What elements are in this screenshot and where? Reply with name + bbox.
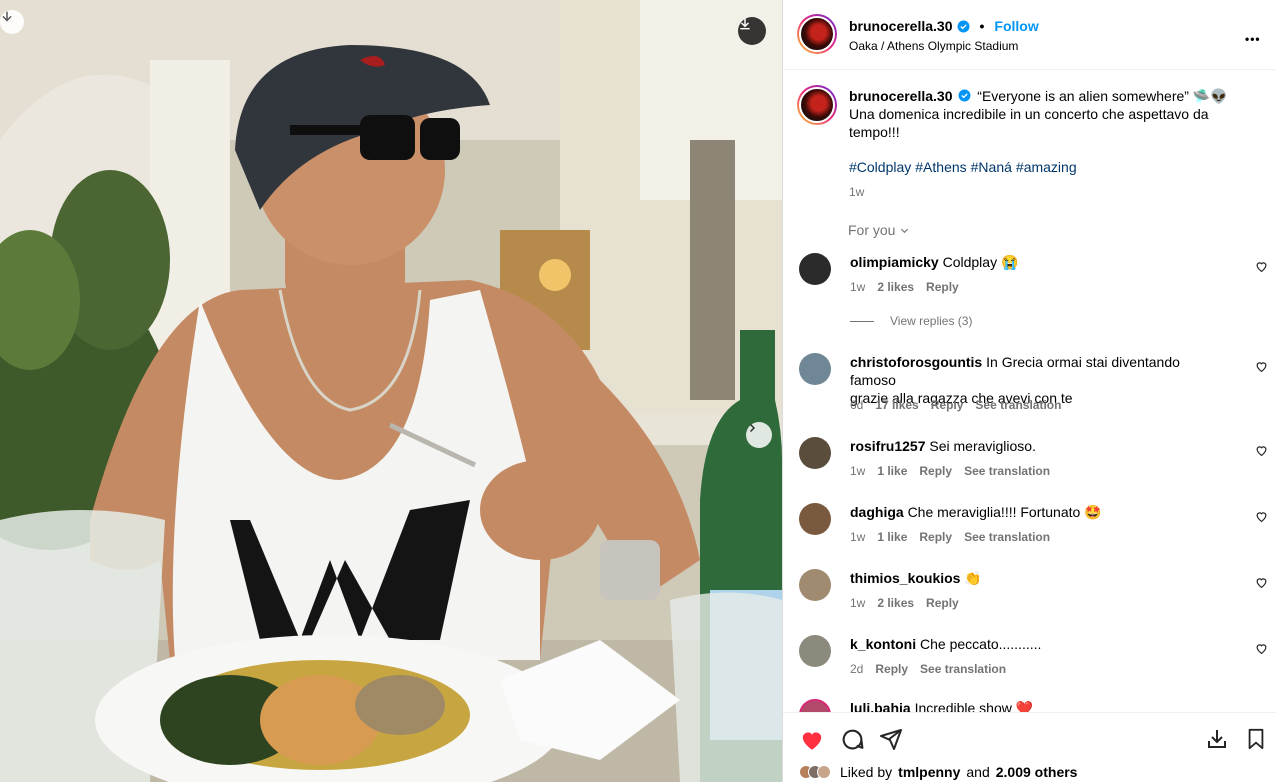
comment-text: Incredible show ❤️: [914, 700, 1034, 712]
comment-text: Che peccato...........: [920, 636, 1042, 652]
author-avatar[interactable]: [797, 14, 837, 54]
separator-dot: •: [979, 18, 985, 34]
chevron-right-icon: [749, 423, 756, 433]
see-translation-button[interactable]: See translation: [975, 398, 1061, 412]
like-comment-heart-icon[interactable]: [1255, 260, 1268, 273]
reply-button[interactable]: Reply: [919, 530, 952, 544]
liker-avatars: [799, 765, 831, 779]
commenter-avatar[interactable]: [799, 437, 831, 469]
commenter-username[interactable]: christoforosgountis: [850, 354, 982, 370]
comment-likes[interactable]: 1 like: [877, 530, 907, 544]
comment-text: Che meraviglia!!!! Fortunato 🤩: [907, 504, 1102, 520]
comment-icon[interactable]: [840, 727, 865, 752]
commenter-avatar[interactable]: [799, 699, 831, 712]
like-comment-heart-icon[interactable]: [1255, 510, 1268, 523]
sort-comments-dropdown[interactable]: For you: [848, 222, 910, 238]
sort-label: For you: [848, 222, 896, 238]
save-photo-icon[interactable]: [738, 17, 766, 45]
liked-by-middle: and: [966, 764, 990, 780]
reply-button[interactable]: Reply: [875, 662, 908, 676]
reply-button[interactable]: Reply: [926, 596, 959, 610]
download-icon[interactable]: [0, 10, 24, 34]
commenter-avatar[interactable]: [799, 569, 831, 601]
like-comment-heart-icon[interactable]: [1255, 444, 1268, 457]
post-photo[interactable]: [0, 0, 782, 782]
see-translation-button[interactable]: See translation: [964, 464, 1050, 478]
like-comment-heart-icon[interactable]: [1255, 576, 1268, 589]
post-location[interactable]: Oaka / Athens Olympic Stadium: [849, 39, 1018, 53]
caption-username[interactable]: brunocerella.30: [849, 88, 953, 104]
comment-likes[interactable]: 2 likes: [877, 596, 914, 610]
bookmark-icon[interactable]: [1245, 727, 1267, 751]
comment-time[interactable]: 6d: [850, 398, 863, 412]
hashtags: #Coldplay #Athens #Naná #amazing: [849, 159, 1081, 175]
hashtag-link[interactable]: #amazing: [1016, 159, 1077, 175]
verified-badge-icon: [958, 89, 971, 102]
commenter-username[interactable]: k_kontoni: [850, 636, 916, 652]
comment-text: Sei meraviglioso.: [929, 438, 1036, 454]
commenter-avatar[interactable]: [799, 253, 831, 285]
caption-text: “Everyone is an alien somewhere” 🛸👽: [977, 88, 1228, 104]
liked-by-user[interactable]: tmlpenny: [898, 764, 960, 780]
view-replies-button[interactable]: View replies (3): [850, 314, 972, 328]
commenter-username[interactable]: thimios_koukios: [850, 570, 960, 586]
reply-button[interactable]: Reply: [926, 280, 959, 294]
follow-button[interactable]: Follow: [994, 18, 1038, 34]
caption-line: tempo!!!: [849, 124, 900, 140]
comment-likes[interactable]: 2 likes: [877, 280, 914, 294]
comment-likes[interactable]: 1 like: [877, 464, 907, 478]
liked-by-count[interactable]: 2.009 others: [996, 764, 1078, 780]
commenter-username[interactable]: olimpiamicky: [850, 254, 939, 270]
view-replies-label: View replies (3): [890, 314, 973, 328]
caption-author-avatar[interactable]: [797, 85, 837, 125]
reply-button[interactable]: Reply: [919, 464, 952, 478]
see-translation-button[interactable]: See translation: [964, 530, 1050, 544]
chevron-down-icon: [901, 228, 909, 234]
comment-time[interactable]: 1w: [850, 280, 865, 294]
share-icon[interactable]: [879, 727, 903, 751]
comments-scroll[interactable]: brunocerella.30 “Everyone is an alien so…: [783, 71, 1276, 712]
comment-text: Coldplay 😭: [942, 254, 1019, 270]
see-translation-button[interactable]: See translation: [920, 662, 1006, 676]
commenter-avatar[interactable]: [799, 635, 831, 667]
hashtag-link[interactable]: #Athens: [915, 159, 966, 175]
comment-time[interactable]: 1w: [850, 596, 865, 610]
liker-avatar: [817, 765, 831, 779]
likes-summary: Liked by tmlpenny and 2.009 others: [799, 764, 1077, 780]
hashtag-link[interactable]: #Coldplay: [849, 159, 911, 175]
replies-divider-line: [850, 320, 874, 322]
comment-time[interactable]: 1w: [850, 464, 865, 478]
like-comment-heart-icon[interactable]: [1255, 360, 1268, 373]
post-actions-bar: [783, 712, 1276, 762]
commenter-username[interactable]: luli.bahia: [850, 700, 911, 712]
like-comment-heart-icon[interactable]: [1255, 642, 1268, 655]
photo-illustration: [0, 0, 782, 782]
post-caption: brunocerella.30 “Everyone is an alien so…: [849, 87, 1229, 141]
post-header: brunocerella.30 • Follow Oaka / Athens O…: [783, 0, 1276, 70]
save-to-collection-icon[interactable]: [1205, 727, 1229, 751]
comment-time[interactable]: 1w: [850, 530, 865, 544]
caption-line: Una domenica incredibile in un concerto …: [849, 106, 1209, 122]
commenter-avatar[interactable]: [799, 503, 831, 535]
author-username[interactable]: brunocerella.30: [849, 18, 953, 34]
more-options-icon[interactable]: •••: [1245, 28, 1261, 50]
verified-badge-icon: [957, 20, 969, 32]
post-side-panel: brunocerella.30 • Follow Oaka / Athens O…: [782, 0, 1276, 782]
reply-button[interactable]: Reply: [931, 398, 964, 412]
comment-likes[interactable]: 17 likes: [875, 398, 918, 412]
caption-timestamp[interactable]: 1w: [849, 185, 864, 199]
next-photo-button[interactable]: [746, 422, 772, 448]
hashtag-link[interactable]: #Naná: [971, 159, 1012, 175]
liked-by-prefix: Liked by: [840, 764, 893, 780]
commenter-username[interactable]: daghiga: [850, 504, 904, 520]
comment-time[interactable]: 2d: [850, 662, 863, 676]
like-heart-icon[interactable]: [799, 727, 825, 753]
commenter-avatar[interactable]: [799, 353, 831, 385]
commenter-username[interactable]: rosifru1257: [850, 438, 925, 454]
comment-text: 👏: [964, 570, 982, 586]
